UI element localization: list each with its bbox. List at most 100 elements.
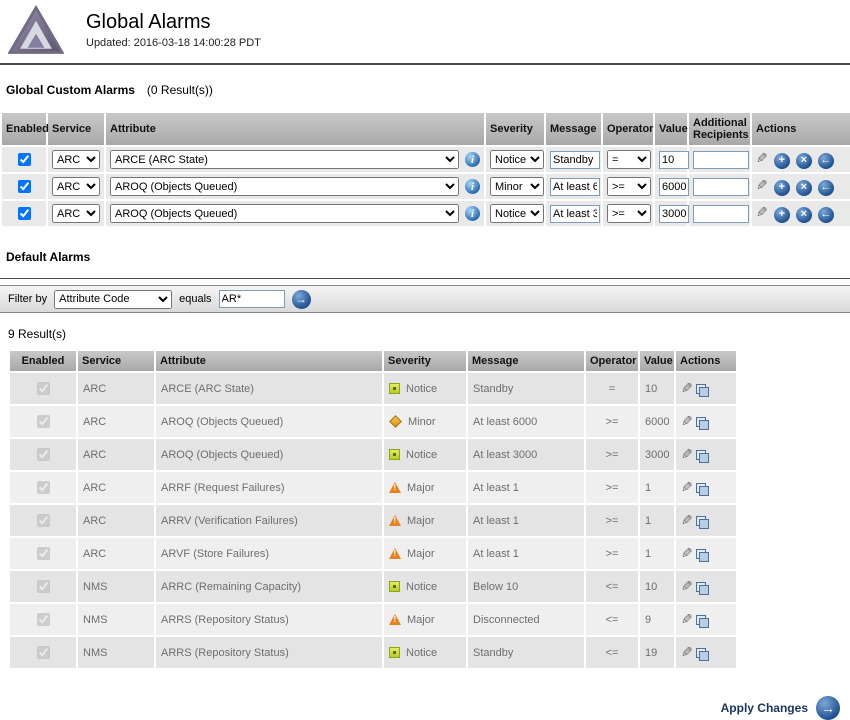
default-alarms-divider bbox=[0, 278, 850, 279]
default-alarms-header-row: Enabled Service Attribute Severity Messa… bbox=[9, 350, 737, 372]
custom-alarms-title: Global Custom Alarms bbox=[6, 83, 135, 97]
edit-icon[interactable]: ✎ bbox=[681, 512, 693, 529]
apply-filter-icon[interactable]: → bbox=[292, 290, 311, 309]
enabled-checkbox bbox=[37, 547, 50, 560]
enabled-checkbox[interactable] bbox=[18, 207, 31, 220]
info-icon[interactable]: i bbox=[465, 179, 480, 194]
message-input[interactable] bbox=[550, 178, 600, 196]
enabled-checkbox bbox=[37, 448, 50, 461]
default-alarm-row: NMS ARRC (Remaining Capacity) Notice Bel… bbox=[9, 570, 737, 603]
copy-icon[interactable] bbox=[696, 648, 709, 661]
severity-select[interactable]: Notice bbox=[490, 204, 544, 223]
edit-icon[interactable]: ✎ bbox=[681, 611, 693, 628]
value-input[interactable] bbox=[659, 151, 689, 169]
edit-icon[interactable]: ✎ bbox=[681, 578, 693, 595]
attribute-select[interactable]: AROQ (Objects Queued) bbox=[110, 204, 459, 223]
default-result-count: 9 Result(s) bbox=[8, 327, 850, 341]
copy-icon[interactable] bbox=[696, 384, 709, 397]
filter-bar: Filter by Attribute Code equals → bbox=[0, 285, 850, 313]
page-header: Global Alarms Updated: 2016-03-18 14:00:… bbox=[0, 0, 850, 59]
service-select[interactable]: ARC bbox=[52, 177, 100, 196]
operator-cell: <= bbox=[585, 603, 639, 636]
revert-icon[interactable]: ← bbox=[818, 207, 834, 223]
severity-select[interactable]: Minor bbox=[490, 177, 544, 196]
filter-value-input[interactable] bbox=[219, 290, 285, 308]
service-cell: ARC bbox=[77, 504, 155, 537]
attribute-select[interactable]: AROQ (Objects Queued) bbox=[110, 177, 459, 196]
edit-icon[interactable]: ✎ bbox=[756, 150, 768, 167]
message-cell: Disconnected bbox=[467, 603, 585, 636]
apply-changes-button[interactable]: Apply Changes bbox=[721, 701, 808, 715]
service-select[interactable]: ARC bbox=[52, 150, 100, 169]
enabled-checkbox bbox=[37, 646, 50, 659]
attribute-cell: ARRV (Verification Failures) bbox=[155, 504, 383, 537]
copy-icon[interactable] bbox=[696, 483, 709, 496]
copy-icon[interactable] bbox=[696, 516, 709, 529]
severity-cell: Notice bbox=[383, 636, 467, 669]
severity-icon bbox=[389, 647, 400, 658]
severity-icon bbox=[389, 548, 401, 559]
col-message: Message bbox=[545, 112, 602, 146]
filter-field-select[interactable]: Attribute Code bbox=[54, 290, 172, 309]
info-icon[interactable]: i bbox=[465, 152, 480, 167]
delete-icon[interactable]: × bbox=[796, 180, 812, 196]
add-icon[interactable]: + bbox=[774, 153, 790, 169]
severity-icon bbox=[389, 515, 401, 526]
recipients-input[interactable] bbox=[693, 205, 749, 223]
value-cell: 10 bbox=[639, 570, 675, 603]
copy-icon[interactable] bbox=[696, 615, 709, 628]
edit-icon[interactable]: ✎ bbox=[681, 413, 693, 430]
copy-icon[interactable] bbox=[696, 582, 709, 595]
value-cell: 1 bbox=[639, 537, 675, 570]
enabled-checkbox bbox=[37, 613, 50, 626]
message-cell: At least 1 bbox=[467, 537, 585, 570]
message-cell: At least 3000 bbox=[467, 438, 585, 471]
message-cell: At least 1 bbox=[467, 504, 585, 537]
edit-icon[interactable]: ✎ bbox=[756, 204, 768, 221]
revert-icon[interactable]: ← bbox=[818, 153, 834, 169]
attribute-cell: ARCE (ARC State) bbox=[155, 372, 383, 405]
default-alarm-row: ARC ARRV (Verification Failures) Major A… bbox=[9, 504, 737, 537]
custom-alarm-row: ARC ARCE (ARC State) i Notice = ✎ + × ← bbox=[1, 146, 850, 173]
edit-icon[interactable]: ✎ bbox=[756, 177, 768, 194]
col-service: Service bbox=[47, 112, 105, 146]
edit-icon[interactable]: ✎ bbox=[681, 446, 693, 463]
edit-icon[interactable]: ✎ bbox=[681, 479, 693, 496]
enabled-checkbox bbox=[37, 382, 50, 395]
operator-select[interactable]: = bbox=[607, 150, 651, 169]
service-select[interactable]: ARC bbox=[52, 204, 100, 223]
attribute-select[interactable]: ARCE (ARC State) bbox=[110, 150, 459, 169]
filter-by-label: Filter by bbox=[8, 293, 47, 305]
apply-changes-icon[interactable]: → bbox=[816, 696, 840, 720]
recipients-input[interactable] bbox=[693, 151, 749, 169]
add-icon[interactable]: + bbox=[774, 180, 790, 196]
recipients-input[interactable] bbox=[693, 178, 749, 196]
delete-icon[interactable]: × bbox=[796, 207, 812, 223]
value-cell: 6000 bbox=[639, 405, 675, 438]
message-input[interactable] bbox=[550, 205, 600, 223]
value-input[interactable] bbox=[659, 205, 689, 223]
revert-icon[interactable]: ← bbox=[818, 180, 834, 196]
edit-icon[interactable]: ✎ bbox=[681, 644, 693, 661]
add-icon[interactable]: + bbox=[774, 207, 790, 223]
edit-icon[interactable]: ✎ bbox=[681, 545, 693, 562]
service-cell: ARC bbox=[77, 438, 155, 471]
col-attribute: Attribute bbox=[105, 112, 485, 146]
operator-select[interactable]: >= bbox=[607, 204, 651, 223]
col-additional-recipients: Additional Recipients bbox=[688, 112, 751, 146]
copy-icon[interactable] bbox=[696, 417, 709, 430]
copy-icon[interactable] bbox=[696, 450, 709, 463]
value-input[interactable] bbox=[659, 178, 689, 196]
severity-cell: Major bbox=[383, 504, 467, 537]
edit-icon[interactable]: ✎ bbox=[681, 380, 693, 397]
severity-select[interactable]: Notice bbox=[490, 150, 544, 169]
operator-select[interactable]: >= bbox=[607, 177, 651, 196]
default-alarm-row: ARC AROQ (Objects Queued) Notice At leas… bbox=[9, 438, 737, 471]
message-input[interactable] bbox=[550, 151, 600, 169]
copy-icon[interactable] bbox=[696, 549, 709, 562]
info-icon[interactable]: i bbox=[465, 206, 480, 221]
enabled-checkbox[interactable] bbox=[18, 180, 31, 193]
delete-icon[interactable]: × bbox=[796, 153, 812, 169]
enabled-checkbox[interactable] bbox=[18, 153, 31, 166]
service-cell: ARC bbox=[77, 372, 155, 405]
